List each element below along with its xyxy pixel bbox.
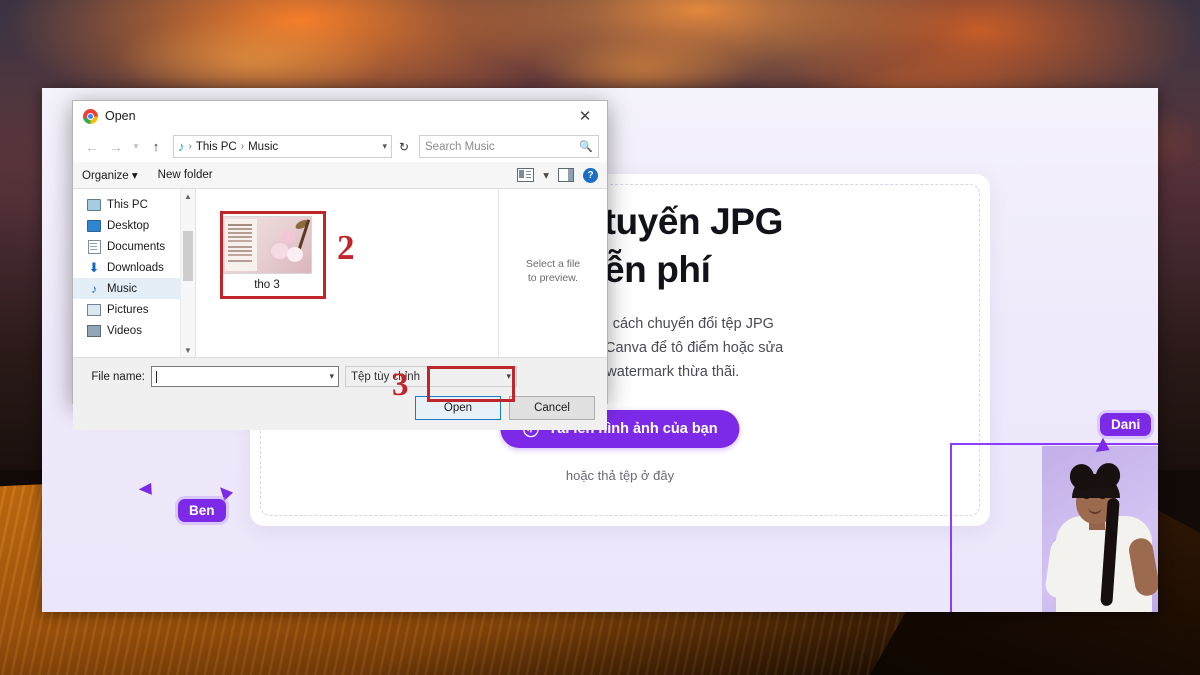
dialog-title: Open	[105, 109, 136, 123]
search-input[interactable]: Search Music 🔍	[419, 135, 599, 158]
filename-input[interactable]: ▾	[151, 366, 339, 387]
scroll-down-icon[interactable]: ▼	[181, 343, 195, 357]
collaborator-label-dani: Dani	[1100, 413, 1152, 436]
file-name-label: tho 3	[254, 279, 280, 291]
collaborator-cursor-ben-secondary	[138, 482, 157, 500]
dialog-sidebar: This PC Desktop Documents ⬇ Downloads ♪ …	[73, 189, 196, 357]
recent-locations-icon[interactable]: ▾	[129, 136, 143, 158]
refresh-icon[interactable]: ↻	[394, 136, 414, 157]
selected-photo-group[interactable]	[950, 358, 1158, 612]
preview-pane: Select a file to preview.	[498, 189, 607, 357]
filename-row: File name: ▾ Tệp tùy chỉnh ▾	[83, 366, 597, 387]
breadcrumb-separator-1: ›	[188, 141, 192, 152]
downloads-icon: ⬇	[88, 260, 100, 275]
close-icon[interactable]: ✕	[563, 101, 607, 131]
sidebar-label: Pictures	[107, 303, 149, 316]
dialog-footer: File name: ▾ Tệp tùy chỉnh ▾ Open Cancel	[73, 357, 607, 430]
sidebar-item-videos[interactable]: Videos	[73, 320, 195, 341]
preview-placeholder-line1: Select a file	[525, 258, 581, 270]
chevron-down-icon[interactable]: ▾	[506, 371, 511, 382]
dialog-title-bar: Open ✕	[73, 101, 607, 131]
view-caret-icon[interactable]: ▾	[543, 168, 549, 182]
sidebar-label: Videos	[107, 324, 142, 337]
cancel-button[interactable]: Cancel	[509, 396, 595, 420]
breadcrumb-item-this-pc[interactable]: This PC	[196, 141, 237, 153]
sidebar-label: Music	[107, 282, 138, 295]
breadcrumb[interactable]: ♪ › This PC › Music ▾	[173, 135, 392, 158]
dialog-buttons: Open Cancel	[83, 396, 597, 420]
chrome-icon	[83, 108, 98, 124]
text-caret	[156, 370, 157, 383]
back-icon[interactable]: ←	[81, 136, 103, 158]
up-icon[interactable]: ↑	[145, 136, 167, 158]
open-button[interactable]: Open	[415, 396, 501, 420]
sidebar-item-this-pc[interactable]: This PC	[73, 194, 195, 215]
sidebar-item-music[interactable]: ♪ Music	[73, 278, 195, 299]
breadcrumb-separator-2: ›	[240, 141, 245, 152]
breadcrumb-item-music[interactable]: Music	[248, 141, 278, 153]
dialog-body: This PC Desktop Documents ⬇ Downloads ♪ …	[73, 189, 607, 357]
chevron-down-icon[interactable]: ▾	[329, 371, 334, 382]
sidebar-item-documents[interactable]: Documents	[73, 236, 195, 257]
annotation-number-2: 2	[337, 228, 355, 267]
sidebar-label: Desktop	[107, 219, 150, 232]
sidebar-label: Documents	[107, 240, 166, 253]
organize-label: Organize	[82, 170, 129, 182]
preview-placeholder: Select a file to preview.	[507, 257, 599, 285]
person-photo[interactable]	[1042, 446, 1158, 612]
annotation-number-3: 3	[392, 367, 409, 403]
dialog-navigation-bar: ← → ▾ ↑ ♪ › This PC › Music ▾ ↻ Search M…	[73, 131, 607, 162]
videos-icon	[87, 324, 101, 337]
sidebar-item-downloads[interactable]: ⬇ Downloads	[73, 257, 195, 278]
help-icon[interactable]: ?	[583, 167, 598, 183]
collaborator-label-ben: Ben	[178, 499, 226, 522]
music-icon: ♪	[91, 281, 97, 296]
new-folder-button[interactable]: New folder	[158, 169, 213, 181]
forward-icon[interactable]: →	[105, 136, 127, 158]
preview-placeholder-line2: to preview.	[527, 272, 579, 284]
sidebar-label: This PC	[107, 198, 148, 211]
scrollbar-thumb[interactable]	[183, 231, 193, 281]
file-item-tho-3[interactable]: tho 3	[218, 216, 316, 296]
search-placeholder: Search Music	[425, 140, 495, 153]
image-thumbnail	[222, 216, 312, 274]
sidebar-item-desktop[interactable]: Desktop	[73, 215, 195, 236]
file-type-value: Tệp tùy chỉnh	[351, 370, 421, 383]
file-type-filter[interactable]: Tệp tùy chỉnh ▾	[345, 366, 517, 387]
documents-icon	[87, 239, 101, 254]
filename-label: File name:	[91, 370, 145, 383]
organize-caret-icon: ▾	[131, 170, 138, 182]
sidebar-label: Downloads	[107, 261, 164, 274]
file-list-pane[interactable]: tho 3	[196, 189, 498, 357]
music-note-icon: ♪	[178, 139, 185, 154]
sidebar-scrollbar[interactable]: ▲ ▼	[180, 189, 195, 357]
desktop-icon	[87, 219, 101, 232]
pictures-icon	[87, 303, 101, 316]
view-layout-icon[interactable]	[517, 168, 535, 182]
chevron-down-icon[interactable]: ▾	[382, 141, 387, 152]
drop-hint-text: hoặc thả tệp ở đây	[565, 468, 675, 483]
organize-button[interactable]: Organize ▾	[82, 168, 138, 182]
sidebar-item-pictures[interactable]: Pictures	[73, 299, 195, 320]
search-icon: 🔍	[579, 141, 593, 153]
scroll-up-icon[interactable]: ▲	[181, 189, 195, 203]
this-pc-icon	[87, 198, 101, 211]
preview-pane-icon[interactable]	[558, 168, 574, 182]
toolbar-right-group: ▾ ?	[517, 167, 598, 183]
dialog-toolbar: Organize ▾ New folder ▾ ?	[73, 162, 607, 189]
